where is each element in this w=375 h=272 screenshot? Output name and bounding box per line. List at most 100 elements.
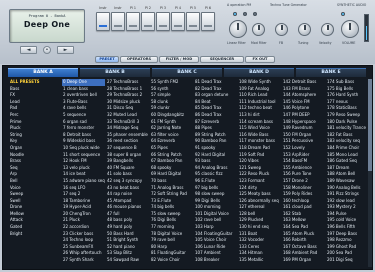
patch-item[interactable]: 87 Ezreverb	[194, 119, 237, 126]
category-item[interactable]: Prime	[8, 119, 60, 126]
mode-button[interactable]: Pl 1	[126, 6, 140, 34]
velocity-knob[interactable]	[321, 23, 334, 36]
patch-item[interactable]: 69 Hard Digital	[150, 171, 193, 178]
patch-item[interactable]: 42 seq 3 syncopy	[106, 178, 149, 185]
patch-item[interactable]: 127 ethereal	[238, 204, 281, 211]
patch-item[interactable]: 81 Dead Trax	[194, 79, 237, 86]
patch-item[interactable]: 116 Wide Bass	[238, 132, 281, 139]
patch-item[interactable]: 89 String Patch	[194, 132, 237, 139]
category-item[interactable]: Arp	[8, 171, 60, 178]
patch-item[interactable]: 64 Ezreverb	[150, 138, 193, 145]
patch-item[interactable]: 150 FM Organ	[282, 132, 325, 139]
patch-item[interactable]: 65 Pipes	[150, 145, 193, 152]
patch-item[interactable]: 107 Ambient	[194, 250, 237, 257]
patch-item[interactable]: 133 Ceres	[238, 244, 281, 251]
prev-preset-button[interactable]: ◄	[20, 46, 37, 54]
patch-item[interactable]: 15 adware piano seq	[62, 178, 105, 185]
patch-item[interactable]: 146 Polytone	[282, 105, 325, 112]
patch-item[interactable]: 36 reed section	[106, 138, 149, 145]
mode-button-key[interactable]	[141, 12, 155, 31]
patch-item[interactable]: 112 techno beat	[238, 105, 281, 112]
patch-item[interactable]: 117 monster bass	[238, 138, 281, 145]
patch-item[interactable]: 96 E.Flute	[194, 178, 237, 185]
mode-button-key[interactable]	[201, 12, 215, 31]
patch-item[interactable]: 78 Digital Voice	[150, 231, 193, 238]
patch-item[interactable]: 58 clunk	[150, 99, 193, 106]
patch-item[interactable]: 53 Slap Blitz	[106, 250, 149, 257]
patch-item[interactable]: 79 rave bell	[150, 237, 193, 244]
patch-item[interactable]: 99 Digi Bells	[194, 198, 237, 205]
category-item[interactable]: Seq	[8, 165, 60, 172]
linear-filter-knob[interactable]	[229, 20, 247, 38]
patch-item[interactable]: 1 clean bass	[62, 86, 105, 93]
patch-item[interactable]: 60 Dingdangbitz	[150, 112, 193, 119]
category-item[interactable]: Voice	[8, 185, 60, 192]
patch-item[interactable]: 26 Whip aftertouch	[62, 250, 105, 257]
patch-item[interactable]: 157 Drone 2	[282, 178, 325, 185]
patch-item[interactable]: 118 Dream Pad	[238, 145, 281, 152]
patch-item[interactable]: 86 Dead Trax	[194, 112, 237, 119]
patch-item[interactable]: 93 bass	[194, 158, 237, 165]
patch-item[interactable]: 13 velo pluck	[62, 165, 105, 172]
patch-item[interactable]: 51 Bright Synth	[106, 237, 149, 244]
patch-item[interactable]: 119 Soft Pad	[238, 152, 281, 159]
patch-item[interactable]: 193 Mystery 2	[326, 204, 369, 211]
patch-item[interactable]: 134 Hitman	[238, 250, 281, 257]
mode-button-key[interactable]	[171, 12, 185, 31]
patch-item[interactable]: 83 organ detune	[194, 92, 237, 99]
patch-item[interactable]: 162 Stab	[282, 211, 325, 218]
patch-item[interactable]: 201 Digi Seq	[326, 257, 369, 264]
mode-button[interactable]: Pl 2	[141, 6, 155, 34]
patch-item[interactable]: 180 Dark Pulse	[326, 119, 369, 126]
patch-item[interactable]: 175 Big Bells	[326, 86, 369, 93]
patch-item[interactable]: 39 Bangbells	[106, 158, 149, 165]
patch-item[interactable]: 45 Atompad	[106, 198, 149, 205]
patch-item[interactable]: 110 Rich Lead	[238, 92, 281, 99]
category-item[interactable]: FX	[8, 92, 60, 99]
patch-item[interactable]: 28 TechnoBrass 1	[106, 86, 149, 93]
category-item[interactable]: Pad	[8, 105, 60, 112]
patch-item[interactable]: 166 Rebirth	[282, 237, 325, 244]
patch-item[interactable]: 38 super 8 organ	[106, 152, 149, 159]
patch-item[interactable]: 97 big bells	[194, 185, 237, 192]
patch-item[interactable]: 88 Pipes	[194, 125, 237, 132]
patch-item[interactable]: 61 FM Synth	[150, 119, 193, 126]
patch-item[interactable]: 56 synth	[150, 86, 193, 93]
category-item[interactable]: Bell	[8, 178, 60, 185]
patch-item[interactable]: 154 BassFM	[282, 158, 325, 165]
patch-item[interactable]: 120 Vibes	[238, 158, 281, 165]
patch-item[interactable]: 174 Sub Bass	[326, 79, 369, 86]
bank-tab-bank-c[interactable]: BANK C	[152, 68, 222, 77]
patch-item[interactable]: 169 PM Organ	[282, 257, 325, 264]
patch-item[interactable]: 109 Fat Analog	[238, 86, 281, 93]
patch-item[interactable]: 32 Muted Lead	[106, 112, 149, 119]
tab-operators[interactable]: OPERATORS	[120, 56, 158, 63]
patch-item[interactable]: 41 solo bass	[106, 171, 149, 178]
patch-item[interactable]: 129 Plucked	[238, 217, 281, 224]
patch-item[interactable]: 30 Midsize pluck	[106, 99, 149, 106]
patch-item[interactable]: 108 Breaker	[194, 257, 237, 264]
category-item[interactable]: Bright	[8, 231, 60, 238]
patch-item[interactable]: 33 TechnoDrill 3	[106, 119, 149, 126]
patch-item[interactable]: 55 Synth FM2	[150, 79, 193, 86]
patch-item[interactable]: 105 Voice Choir	[194, 237, 237, 244]
patch-item[interactable]: 77 morning	[150, 224, 193, 231]
patch-item[interactable]: 23 Clicker bass	[62, 231, 105, 238]
bank-tab-bank-d[interactable]: BANK D	[224, 68, 294, 77]
patch-item[interactable]: 19 Hyper-Acid	[62, 204, 105, 211]
patch-item[interactable]: 66 String Patch	[150, 152, 193, 159]
patch-item[interactable]: 21 Pluck	[62, 217, 105, 224]
patch-item[interactable]: 164 Sea Pad	[282, 224, 325, 231]
patch-item[interactable]: 122 Reso Pluck	[238, 171, 281, 178]
patch-item[interactable]: 128 bell	[238, 211, 281, 218]
mod-filter-knob[interactable]	[252, 23, 265, 36]
patch-item[interactable]: 76 Digi Bells	[150, 217, 193, 224]
patch-item[interactable]: 192 slow lead	[326, 198, 369, 205]
mode-button-key[interactable]	[111, 12, 125, 31]
category-item[interactable]: Brass	[8, 158, 60, 165]
patch-item[interactable]: 148 Hyperspace	[282, 119, 325, 126]
category-item[interactable]: Sweep	[8, 191, 60, 198]
patch-item[interactable]: 200 Sea Pad	[326, 250, 369, 257]
patch-item[interactable]: 40 FM Square	[106, 165, 149, 172]
patch-item[interactable]: 144 Atomsphere	[282, 92, 325, 99]
